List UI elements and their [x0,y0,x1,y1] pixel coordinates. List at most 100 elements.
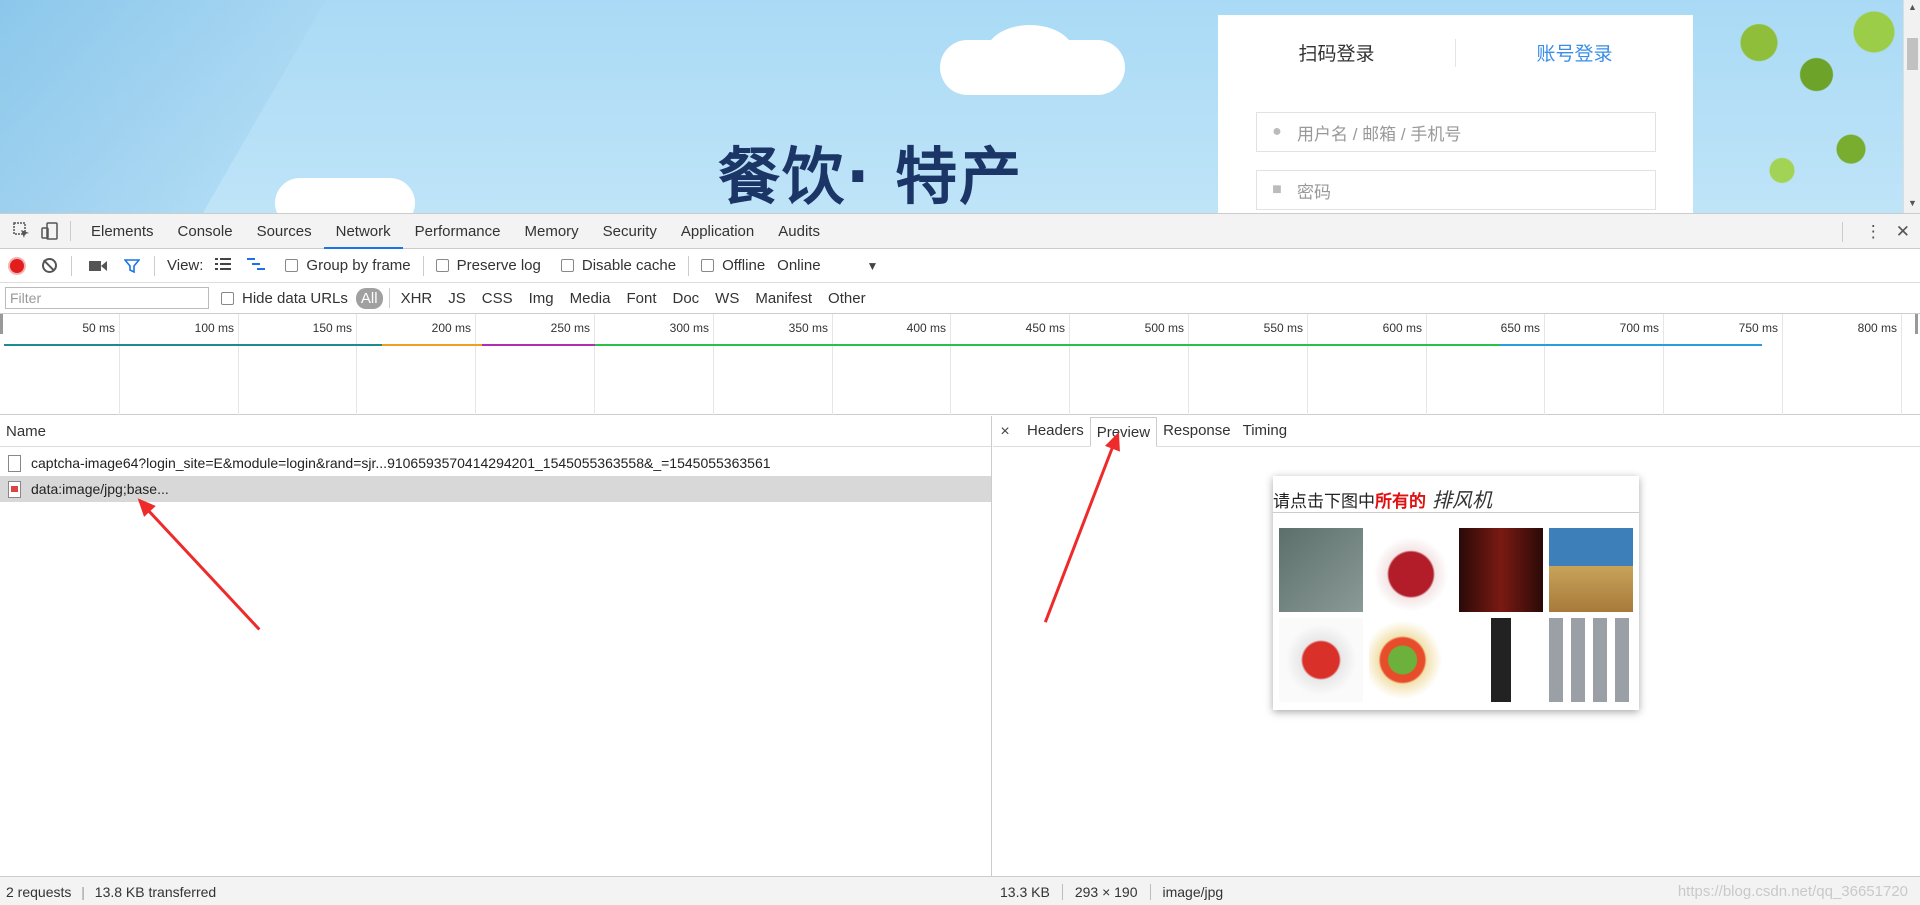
tab-memory[interactable]: Memory [513,214,591,249]
network-toolbar: View: Group by frame Preserve log Disabl… [0,249,1920,283]
preserve-log-option[interactable]: Preserve log [435,257,541,274]
disable-cache-checkbox[interactable] [560,259,574,272]
group-by-frame-option[interactable]: Group by frame [285,257,411,274]
request-name: data:image/jpg;base... [31,481,169,497]
devtools-panel: Elements Console Sources Network Perform… [0,213,1920,905]
tab-elements[interactable]: Elements [79,214,166,249]
captcha-tile-scales [1549,618,1633,702]
offline-option[interactable]: Offline [701,257,765,274]
tab-timing[interactable]: Timing [1237,416,1293,446]
network-overview-timeline[interactable]: 50 ms 100 ms 150 ms 200 ms 250 ms 300 ms 350 m… [0,314,1920,415]
tab-application[interactable]: Application [669,214,766,249]
summary-separator: | [81,884,85,900]
group-by-frame-checkbox[interactable] [285,259,299,272]
tab-performance[interactable]: Performance [403,214,513,249]
filter-icon[interactable] [120,254,144,278]
inspect-element-icon[interactable] [10,219,34,243]
type-filter-manifest[interactable]: Manifest [750,288,817,309]
scroll-down-icon[interactable]: ▼ [1908,198,1917,208]
user-icon: ● [1272,123,1282,140]
timeline-tick-label: 550 ms [1263,321,1303,335]
request-summary: 2 requests | 13.8 KB transferred [6,884,216,900]
captcha-tile-wine-bottle [1459,528,1543,612]
type-filter-xhr[interactable]: XHR [396,288,438,309]
throttle-dropdown-icon[interactable]: ▼ [867,259,879,273]
waterfall-segment [4,344,382,346]
timeline-tick-label: 750 ms [1738,321,1778,335]
disable-cache-option[interactable]: Disable cache [560,257,677,274]
scroll-up-icon[interactable]: ▲ [1908,2,1917,12]
preview-info: 13.3 KB 293 × 190 image/jpg [1000,884,1247,900]
more-options-icon[interactable]: ⋮ [1865,222,1882,242]
timeline-tick-label: 450 ms [1025,321,1065,335]
captcha-tile-bottle [1459,618,1543,702]
device-toolbar-icon[interactable] [38,219,62,243]
type-filter-other[interactable]: Other [823,288,871,309]
tab-security[interactable]: Security [591,214,669,249]
timeline-grid-line [356,314,357,415]
type-filter-doc[interactable]: Doc [667,288,704,309]
timeline-grid-line [950,314,951,415]
timeline-tick-label: 600 ms [1382,321,1422,335]
overview-left-handle[interactable] [0,314,3,334]
timeline-grid-line [1901,314,1902,415]
type-filter-all[interactable]: All [355,287,383,309]
waterfall-segment [382,344,482,346]
scrollbar-thumb[interactable] [1907,38,1918,70]
column-header-name[interactable]: Name [0,416,991,447]
timeline-tick-label: 500 ms [1144,321,1184,335]
close-devtools-icon[interactable]: ✕ [1896,222,1910,242]
captcha-prompt: 请点击下图中所有的 排风机 [1273,484,1492,513]
captcha-tile-blackboard [1279,528,1363,612]
lock-icon: ■ [1272,181,1282,198]
hide-data-urls-checkbox[interactable] [221,291,234,305]
password-field[interactable]: ■ 密码 [1256,170,1656,210]
type-filter-font[interactable]: Font [621,288,661,309]
tab-sources[interactable]: Sources [245,214,324,249]
preview-dimensions: 293 × 190 [1075,884,1151,900]
clear-icon[interactable] [42,258,57,273]
type-filter-ws[interactable]: WS [710,288,744,309]
timeline-grid-line [1544,314,1545,415]
throttle-select[interactable]: Online [777,257,820,274]
request-row[interactable]: captcha-image64?login_site=E&module=logi… [0,450,991,476]
large-rows-icon[interactable] [215,257,232,275]
timeline-grid-line [713,314,714,415]
hide-data-urls-option[interactable]: Hide data URLs [221,290,348,307]
timeline-tick-label: 350 ms [788,321,828,335]
tab-account-login[interactable]: 账号登录 [1456,39,1693,66]
tab-network[interactable]: Network [323,214,403,249]
overview-right-handle[interactable] [1915,314,1918,334]
captcha-prompt-highlight: 所有的 [1375,492,1426,511]
tab-response[interactable]: Response [1157,416,1237,446]
type-filter-js[interactable]: JS [443,288,471,309]
page-scrollbar[interactable]: ▲ ▼ [1903,0,1920,213]
timeline-tick-label: 300 ms [669,321,709,335]
type-filter-img[interactable]: Img [524,288,559,309]
status-bar: 2 requests | 13.8 KB transferred 13.3 KB… [0,876,1920,905]
disable-cache-label: Disable cache [581,257,677,274]
type-filter-media[interactable]: Media [565,288,616,309]
tab-headers[interactable]: Headers [1021,416,1090,446]
captcha-preview-image: 请点击下图中所有的 排风机 [1273,476,1639,710]
tab-qr-login[interactable]: 扫码登录 [1218,39,1455,66]
captcha-prompt-text: 请点击下图中 [1273,492,1375,511]
devtools-tabbar: Elements Console Sources Network Perform… [0,214,1920,249]
screenshot-camera-icon[interactable] [86,254,110,278]
waterfall-view-icon[interactable] [247,257,267,275]
timeline-grid-line [594,314,595,415]
close-detail-icon[interactable]: × [993,418,1017,446]
timeline-tick-label: 50 ms [82,321,115,335]
watermark: https://blog.csdn.net/qq_36651720 [1677,883,1908,900]
tab-console[interactable]: Console [166,214,245,249]
network-split-view: Name captcha-image64?login_site=E&module… [0,416,1920,876]
preserve-log-checkbox[interactable] [435,259,449,272]
filter-input[interactable] [5,287,209,309]
timeline-grid-line [1069,314,1070,415]
offline-checkbox[interactable] [701,259,715,272]
username-field[interactable]: ● 用户名 / 邮箱 / 手机号 [1256,112,1656,152]
password-placeholder: 密码 [1297,182,1331,202]
record-icon[interactable] [10,258,24,273]
tab-audits[interactable]: Audits [766,214,832,249]
type-filter-css[interactable]: CSS [477,288,518,309]
